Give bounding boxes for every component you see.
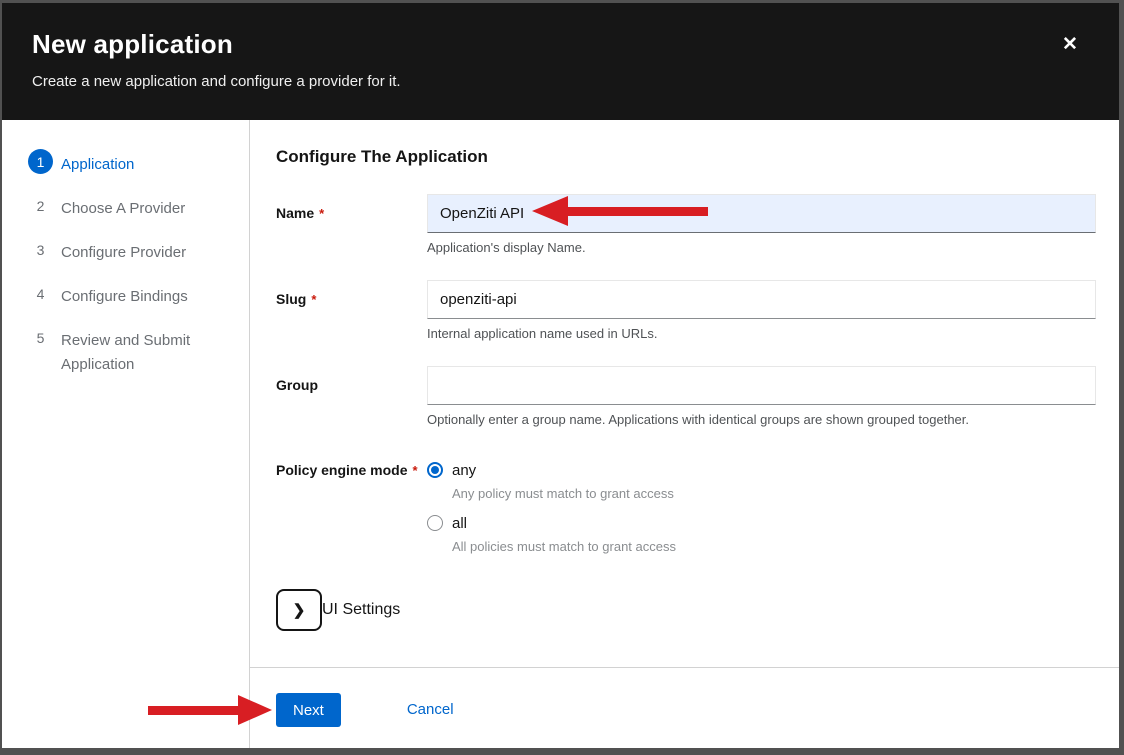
step-label: Application	[61, 149, 134, 177]
chevron-right-icon: ❯	[293, 601, 306, 619]
radio-option-any: any	[427, 460, 1096, 480]
form-row-slug: Slug* Internal application name used in …	[276, 280, 1099, 342]
wizard-step-choose-provider[interactable]: 2 Choose A Provider	[2, 185, 249, 229]
radio-all-helper-text: All policies must match to grant access	[452, 539, 1096, 554]
step-label: Configure Bindings	[61, 281, 188, 309]
step-number-badge: 1	[28, 149, 53, 174]
required-asterisk: *	[319, 206, 324, 221]
group-label: Group	[276, 366, 427, 428]
group-helper-text: Optionally enter a group name. Applicati…	[427, 412, 1096, 428]
required-asterisk: *	[311, 292, 316, 307]
ui-settings-label: UI Settings	[322, 601, 400, 619]
ui-settings-toggle-button[interactable]: ❯	[276, 589, 322, 631]
new-application-modal: New application Create a new application…	[2, 3, 1119, 748]
step-number-badge: 3	[28, 237, 53, 262]
form-row-group: Group Optionally enter a group name. App…	[276, 366, 1099, 428]
form-row-name: Name* Application's display Name.	[276, 194, 1099, 256]
name-input[interactable]	[427, 194, 1096, 233]
modal-subtitle: Create a new application and configure a…	[32, 73, 1059, 90]
wizard-step-application[interactable]: 1 Application	[2, 141, 249, 185]
step-label: Choose A Provider	[61, 193, 185, 221]
name-label: Name*	[276, 194, 427, 256]
pane-heading: Configure The Application	[276, 146, 1099, 167]
wizard-step-configure-bindings[interactable]: 4 Configure Bindings	[2, 273, 249, 317]
slug-input[interactable]	[427, 280, 1096, 319]
slug-helper-text: Internal application name used in URLs.	[427, 326, 1096, 342]
radio-all-label[interactable]: all	[452, 515, 467, 532]
required-asterisk: *	[412, 463, 417, 478]
step-label: Review and Submit Application	[61, 325, 221, 377]
modal-header: New application Create a new application…	[2, 3, 1119, 120]
wizard-step-configure-provider[interactable]: 3 Configure Provider	[2, 229, 249, 273]
radio-option-all: all	[427, 513, 1096, 533]
step-number-badge: 4	[28, 281, 53, 306]
step-number-badge: 5	[28, 325, 53, 350]
group-input[interactable]	[427, 366, 1096, 405]
modal-title: New application	[32, 29, 1059, 60]
name-helper-text: Application's display Name.	[427, 240, 1096, 256]
wizard-footer: Next Cancel	[250, 667, 1119, 748]
wizard-step-review-submit[interactable]: 5 Review and Submit Application	[2, 317, 249, 385]
cancel-button[interactable]: Cancel	[407, 693, 454, 727]
radio-any[interactable]	[427, 462, 443, 478]
form-row-policy-engine-mode: Policy engine mode* any Any policy must …	[276, 460, 1099, 554]
slug-label: Slug*	[276, 280, 427, 342]
radio-all[interactable]	[427, 515, 443, 531]
radio-any-label[interactable]: any	[452, 462, 476, 479]
policy-engine-mode-label: Policy engine mode*	[276, 460, 427, 554]
radio-any-helper-text: Any policy must match to grant access	[452, 486, 1096, 501]
ui-settings-expander: ❯ UI Settings	[276, 589, 1099, 631]
close-icon: ✕	[1062, 34, 1078, 55]
wizard-content-column: Configure The Application Name* Applicat…	[250, 120, 1119, 748]
wizard-steps-nav: 1 Application 2 Choose A Provider 3 Conf…	[2, 120, 250, 748]
next-button[interactable]: Next	[276, 693, 341, 727]
configure-application-pane: Configure The Application Name* Applicat…	[250, 120, 1119, 667]
step-label: Configure Provider	[61, 237, 186, 265]
step-number-badge: 2	[28, 193, 53, 218]
modal-body: 1 Application 2 Choose A Provider 3 Conf…	[2, 120, 1119, 748]
close-button[interactable]: ✕	[1057, 32, 1083, 58]
